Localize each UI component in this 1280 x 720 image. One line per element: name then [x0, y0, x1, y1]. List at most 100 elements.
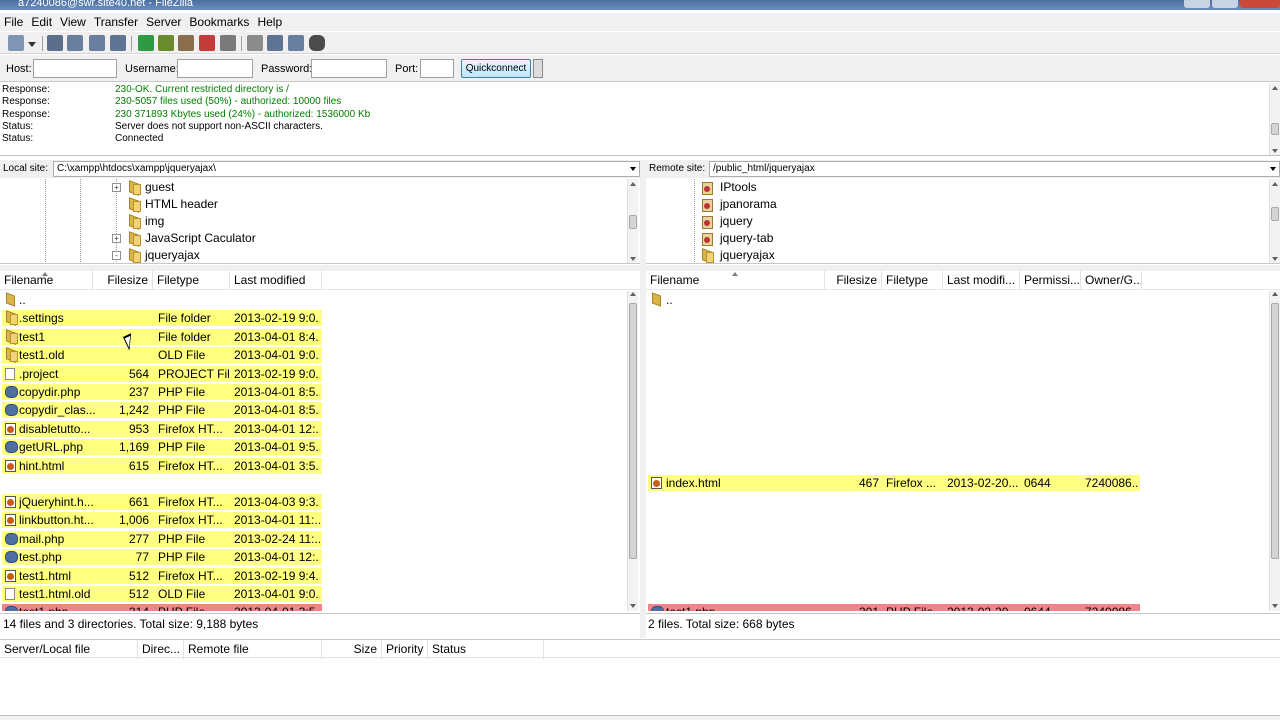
message-log[interactable]: Response: 230-OK. Current restricted dire…	[0, 83, 1280, 156]
local-col-last-modified[interactable]: Last modified	[230, 271, 322, 290]
expand-icon[interactable]: +	[112, 183, 121, 192]
local-file-row[interactable]: .project 564 PROJECT File 2013-02-19 9:0...	[2, 365, 322, 382]
local-site-path-input[interactable]: C:\xampp\htdocs\xampp\jqueryajax\	[53, 161, 640, 177]
refresh-icon[interactable]	[138, 35, 154, 51]
process-queue-icon[interactable]	[158, 35, 174, 51]
local-file-row[interactable]: test1.html.old 512 OLD File 2013-04-01 9:0.…	[2, 586, 322, 602]
remote-file-list-scrollbar[interactable]	[1269, 291, 1280, 611]
directory-comparison-icon[interactable]	[267, 35, 283, 51]
local-file-row[interactable]: getURL.php 1,169 PHP File 2013-04-01 9:5...	[2, 439, 322, 456]
local-tree-scroll-thumb[interactable]	[629, 215, 637, 229]
scroll-down-arrow-icon[interactable]	[1272, 149, 1278, 153]
menu-server[interactable]: Server	[142, 13, 185, 31]
chevron-down-icon[interactable]	[630, 167, 636, 171]
toggle-remote-tree-icon[interactable]	[89, 35, 105, 51]
local-col-filesize[interactable]: Filesize	[93, 271, 153, 290]
local-file-row[interactable]: ..	[2, 292, 322, 308]
remote-col-permissions[interactable]: Permissi...	[1020, 271, 1081, 290]
queue-col-size[interactable]: Size	[322, 640, 382, 659]
expand-icon[interactable]: +	[112, 234, 121, 243]
reconnect-icon[interactable]	[220, 35, 236, 51]
menu-view[interactable]: View	[56, 13, 90, 31]
local-file-list[interactable]: .. .settings File folder 2013-02-19 9:0... t…	[0, 291, 640, 611]
remote-tree-scrollbar[interactable]	[1269, 179, 1280, 263]
username-input[interactable]	[177, 59, 253, 78]
scroll-down-arrow-icon[interactable]	[630, 604, 636, 608]
remote-col-filetype[interactable]: Filetype	[882, 271, 943, 290]
cancel-operation-icon[interactable]	[178, 35, 194, 51]
scroll-up-arrow-icon[interactable]	[1272, 86, 1278, 90]
port-input[interactable]	[420, 59, 454, 78]
local-file-row[interactable]: test1.old OLD File 2013-04-01 9:0...	[2, 347, 322, 364]
log-scroll-thumb[interactable]	[1271, 123, 1279, 135]
quickconnect-button[interactable]: Quickconnect	[461, 59, 531, 78]
remote-col-owner-group[interactable]: Owner/G...	[1081, 271, 1142, 290]
directory-listing-filters-icon[interactable]	[247, 35, 263, 51]
local-file-row[interactable]: hint.html 615 Firefox HT... 2013-04-01 3:5.…	[2, 457, 322, 474]
toggle-log-icon[interactable]	[47, 35, 63, 51]
remote-directory-tree[interactable]: IPtools jpanorama jquery jquery-tab jqueryaj…	[646, 179, 1280, 264]
remote-file-row[interactable]: ..	[648, 292, 1140, 308]
host-input[interactable]	[33, 59, 117, 78]
minimize-button[interactable]	[1184, 0, 1210, 8]
local-file-list-scrollbar[interactable]	[627, 291, 638, 611]
remote-site-path-input[interactable]: /public_html/jqueryajax	[709, 161, 1280, 177]
queue-col-remote-file[interactable]: Remote file	[184, 640, 322, 659]
toggle-queue-icon[interactable]	[110, 35, 126, 51]
local-file-row[interactable]: mail.php 277 PHP File 2013-02-24 11:...	[2, 530, 322, 547]
menu-transfer[interactable]: Transfer	[90, 13, 142, 31]
local-col-filetype[interactable]: Filetype	[153, 271, 230, 290]
local-file-row[interactable]: linkbutton.ht... 1,006 Firefox HT... 2013-0…	[2, 512, 322, 529]
remote-file-list[interactable]: .. index.html 467 Firefox ... 2013-02-20... 0…	[646, 291, 1280, 611]
queue-col-status[interactable]: Status	[428, 640, 544, 659]
maximize-button[interactable]	[1212, 0, 1238, 8]
site-manager-icon[interactable]	[8, 35, 24, 51]
transfer-queue-list[interactable]	[0, 659, 1280, 715]
local-file-row[interactable]: copydir_clas... 1,242 PHP File 2013-04-01 8…	[2, 402, 322, 419]
menu-bookmarks[interactable]: Bookmarks	[185, 13, 253, 31]
remote-file-list-scroll-thumb[interactable]	[1271, 303, 1279, 559]
site-manager-dropdown-icon[interactable]	[28, 42, 36, 47]
menu-edit[interactable]: Edit	[27, 13, 56, 31]
queue-col-priority[interactable]: Priority	[382, 640, 428, 659]
local-file-row[interactable]: test1.html 512 Firefox HT... 2013-02-19 9:4…	[2, 567, 322, 584]
local-file-row[interactable]: disabletutto... 953 Firefox HT... 2013-04-0…	[2, 420, 322, 437]
local-file-row[interactable]: test.php 77 PHP File 2013-04-01 12:...	[2, 549, 322, 566]
scroll-up-arrow-icon[interactable]	[630, 292, 636, 296]
collapse-icon[interactable]: -	[112, 251, 121, 260]
scroll-up-arrow-icon[interactable]	[1272, 182, 1278, 186]
remote-tree-scroll-thumb[interactable]	[1271, 207, 1279, 221]
local-tree-scrollbar[interactable]	[627, 179, 638, 263]
disconnect-icon[interactable]	[199, 35, 215, 51]
remote-file-row[interactable]: index.html 467 Firefox ... 2013-02-20... 064…	[648, 475, 1140, 491]
close-button[interactable]	[1240, 0, 1280, 8]
local-file-row[interactable]: test1.php314 PHP File 2013-04-01 3:5...	[2, 604, 322, 611]
menu-help[interactable]: Help	[253, 13, 286, 31]
local-file-row[interactable]: .settings File folder 2013-02-19 9:0...	[2, 310, 322, 327]
queue-col-server-local-file[interactable]: Server/Local file	[0, 640, 138, 659]
chevron-down-icon[interactable]	[1270, 167, 1276, 171]
log-scrollbar[interactable]	[1269, 83, 1280, 155]
local-file-list-scroll-thumb[interactable]	[629, 303, 637, 559]
local-col-filename[interactable]: Filename	[0, 271, 93, 290]
scroll-down-arrow-icon[interactable]	[630, 257, 636, 261]
scroll-down-arrow-icon[interactable]	[1272, 604, 1278, 608]
local-file-row[interactable]: copydir.php 237 PHP File 2013-04-01 8:5...	[2, 384, 322, 400]
remote-col-last-modified[interactable]: Last modifi...	[943, 271, 1020, 290]
local-directory-tree[interactable]: + guest HTML header img + JavaScript Caculato…	[0, 179, 640, 264]
quickconnect-history-dropdown[interactable]	[533, 59, 543, 78]
local-file-row[interactable]: test1 File folder 2013-04-01 8:4...	[2, 328, 322, 345]
queue-col-direction[interactable]: Direc...	[138, 640, 184, 659]
toggle-local-tree-icon[interactable]	[67, 35, 83, 51]
menu-file[interactable]: File	[0, 13, 27, 31]
scroll-up-arrow-icon[interactable]	[630, 182, 636, 186]
remote-file-row[interactable]: test1.php 301 PHP File 2013-02-20... 0644 724…	[648, 604, 1140, 611]
search-remote-files-icon[interactable]	[309, 35, 325, 51]
synchronized-browsing-icon[interactable]	[288, 35, 304, 51]
remote-col-filesize[interactable]: Filesize	[825, 271, 882, 290]
scroll-down-arrow-icon[interactable]	[1272, 257, 1278, 261]
local-file-row[interactable]: jQueryhint.h... 661 Firefox HT... 2013-04-0…	[2, 494, 322, 510]
scroll-up-arrow-icon[interactable]	[1272, 292, 1278, 296]
remote-col-filename[interactable]: Filename	[646, 271, 825, 290]
password-input[interactable]	[311, 59, 387, 78]
